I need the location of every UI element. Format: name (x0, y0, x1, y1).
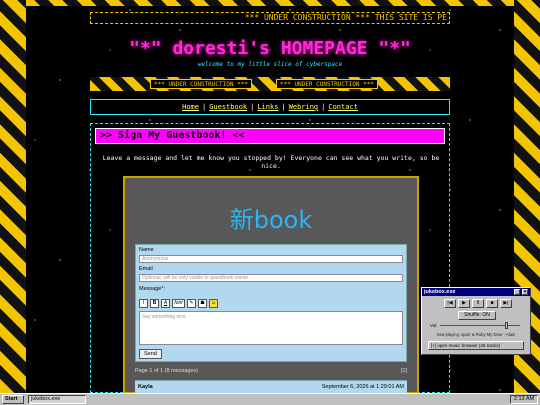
construction-banner: *** UNDER CONSTRUCTION *** *** UNDER CON… (90, 77, 450, 91)
nav-links-link[interactable]: Links (257, 103, 278, 111)
nav-webring-link[interactable]: Webring (289, 103, 319, 111)
bold-button[interactable]: B (150, 299, 159, 308)
construction-label: *** UNDER CONSTRUCTION *** (276, 79, 378, 89)
main-nav: Home | Guestbook | Links | Webring | Contact (90, 99, 450, 115)
guestbook-heading: >> Sign My Guestbook! << (95, 128, 445, 144)
pause-button[interactable]: II (472, 299, 484, 308)
message-textarea[interactable]: Say something nice (139, 311, 403, 345)
entry-author: Kayla (138, 384, 153, 390)
shuffle-toggle[interactable]: Shuffle: ON (458, 311, 496, 320)
nav-contact-link[interactable]: Contact (328, 103, 358, 111)
pagination: Page 1 of 1 (8 messages) [1] (135, 368, 407, 374)
hazard-stripe-top (26, 0, 514, 6)
start-button[interactable]: Start (2, 395, 24, 404)
nav-guestbook-link[interactable]: Guestbook (209, 103, 247, 111)
next-track-button[interactable]: ▶| (500, 299, 512, 308)
jukebox-window: jukebox.exe _ × |◀ ▶ II ■ ▶| Shuffle: ON… (421, 287, 531, 355)
pagination-summary: Page 1 of 1 (8 messages) (135, 368, 198, 374)
site-tagline: welcome to my little slice of cyberspace (197, 61, 343, 68)
guestbook-logo: 新book (229, 206, 313, 234)
format-toolbar: I B A font ✎ ☗ ☺ (139, 299, 218, 309)
construction-label: *** UNDER CONSTRUCTION *** (150, 79, 252, 89)
previous-track-button[interactable]: |◀ (444, 299, 456, 308)
page-link[interactable]: [1] (401, 368, 407, 374)
entry-date: September 6, 2026 at 1:29:01 AM (321, 384, 404, 390)
volume-label: Vol: (430, 323, 438, 328)
close-icon[interactable]: × (522, 289, 528, 295)
jukebox-titlebar[interactable]: jukebox.exe _ × (422, 288, 530, 296)
minimize-icon[interactable]: _ (514, 289, 520, 295)
taskbar-clock: 2:13 AM (510, 395, 538, 404)
nav-separator: | (250, 103, 255, 111)
taskbar: Start jukebox.exe 2:13 AM (0, 393, 540, 405)
pencil-icon[interactable]: ✎ (187, 299, 196, 308)
volume-slider[interactable] (440, 322, 520, 329)
italic-button[interactable]: I (139, 299, 148, 308)
guestbook-intro: Leave a message and let me know you stop… (102, 154, 440, 170)
taskbar-item-jukebox[interactable]: jukebox.exe (28, 395, 86, 404)
font-button[interactable]: font (172, 299, 185, 308)
name-label: Name (139, 247, 154, 253)
smiley-icon[interactable]: ☺ (209, 299, 218, 308)
stop-button[interactable]: ■ (486, 299, 498, 308)
name-input[interactable]: Anonymous (139, 255, 403, 263)
nav-home-link[interactable]: Home (182, 103, 199, 111)
image-icon[interactable]: ☗ (198, 299, 207, 308)
play-button[interactable]: ▶ (458, 299, 470, 308)
music-browser-button[interactable]: [+] open music browser (45 tracks) (428, 341, 524, 350)
guestbook-form: Name Anonymous Email Optional, will be o… (135, 244, 407, 362)
construction-marquee: *** UNDER CONSTRUCTION *** THIS SITE IS … (90, 12, 450, 24)
now-playing-text: now playing: sparr & Ruby My Dear - Alai… (436, 332, 516, 337)
site-title: "*" doresti's HOMEPAGE "*" (129, 38, 411, 59)
send-button[interactable]: Send (139, 349, 162, 359)
guestbook-entry: Kayla September 6, 2026 at 1:29:01 AM (135, 380, 407, 394)
guestbook-panel: >> Sign My Guestbook! << Leave a message… (90, 123, 450, 394)
text-color-button[interactable]: A (161, 299, 170, 308)
nav-separator: | (321, 103, 326, 111)
email-label: Email (139, 266, 153, 272)
volume-slider-handle[interactable] (505, 322, 509, 329)
message-label: Message*: (139, 286, 165, 292)
playback-controls: |◀ ▶ II ■ ▶| (444, 299, 512, 308)
email-input[interactable]: Optional, will be only visible to guestb… (139, 274, 403, 282)
nav-separator: | (281, 103, 286, 111)
jukebox-title: jukebox.exe (424, 289, 456, 295)
guestbook-widget: 新book Name Anonymous Email Optional, wil… (123, 176, 419, 394)
nav-separator: | (201, 103, 207, 111)
hazard-stripe-left (0, 0, 26, 393)
